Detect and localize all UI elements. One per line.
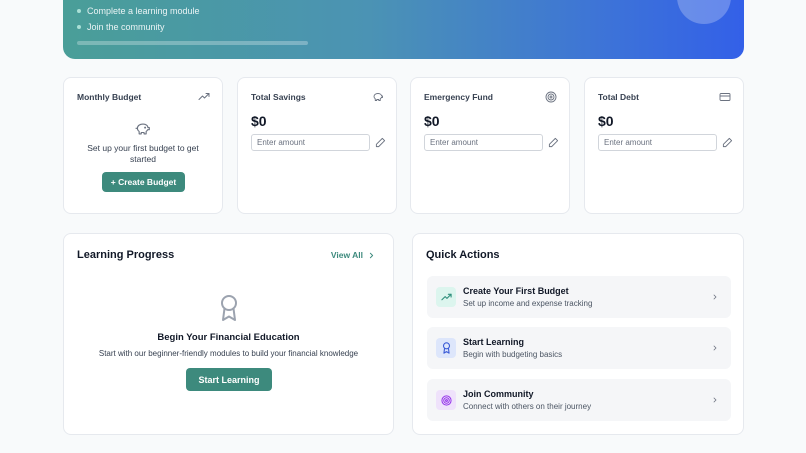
onboarding-progress-bar [77,41,308,45]
quick-action-icon-box [436,338,456,358]
quick-action-subtitle: Set up income and expense tracking [463,299,593,308]
hero-badge [677,0,731,24]
pencil-icon[interactable] [375,137,386,148]
quick-action-icon-box [436,287,456,307]
checklist-item: Join the community [77,22,165,32]
learning-empty-title: Begin Your Financial Education [157,332,300,343]
checklist-item-label: Join the community [87,22,165,32]
pencil-icon[interactable] [722,137,733,148]
debt-value: $0 [598,113,614,129]
credit-card-icon [719,93,731,101]
total-debt-card: Total Debt $0 [584,77,744,214]
chevron-right-icon [713,345,717,351]
savings-value: $0 [251,113,267,129]
chevron-right-icon [713,294,717,300]
target-icon [440,394,452,406]
quick-action-subtitle: Connect with others on their journey [463,402,592,411]
target-icon [545,91,557,103]
savings-amount-input[interactable] [251,134,370,151]
learning-progress-card: Learning Progress View All Begin Your Fi… [63,233,394,435]
pencil-icon[interactable] [548,137,559,148]
quick-action-subtitle: Begin with budgeting basics [463,350,563,359]
award-icon [221,295,237,321]
quick-action-start-learning[interactable]: Start Learning Begin with budgeting basi… [427,327,731,369]
quick-action-create-budget[interactable]: Create Your First Budget Set up income a… [427,276,731,318]
view-all-link[interactable]: View All [331,250,376,260]
total-savings-card: Total Savings $0 [237,77,397,214]
card-title: Total Debt [598,92,639,102]
bullet-dot [77,25,81,29]
quick-actions-card: Quick Actions Create Your First Budget S… [412,233,744,435]
award-icon [442,342,450,354]
emergency-fund-value: $0 [424,113,440,129]
quick-action-title: Create Your First Budget [463,286,569,296]
monthly-budget-card: Monthly Budget Set up your first budget … [63,77,223,214]
quick-action-join-community[interactable]: Join Community Connect with others on th… [427,379,731,421]
learning-empty-subtitle: Start with our beginner-friendly modules… [98,349,359,358]
card-title: Monthly Budget [77,92,142,102]
trending-up-icon [440,293,452,300]
create-budget-button[interactable]: + Create Budget [102,172,185,192]
checklist-item: Complete a learning module [77,6,200,16]
start-learning-button[interactable]: Start Learning [186,368,272,391]
card-title: Total Savings [251,92,306,102]
welcome-banner: Complete a learning module Join the comm… [63,0,744,59]
quick-action-icon-box [436,390,456,410]
emergency-fund-amount-input[interactable] [424,134,543,151]
debt-amount-input[interactable] [598,134,717,151]
piggy-bank-icon [373,93,383,101]
trending-up-icon [693,0,715,8]
quick-action-title: Start Learning [463,337,525,347]
section-title: Quick Actions [426,249,500,261]
checklist-item-label: Complete a learning module [87,6,200,16]
bullet-dot [77,9,81,13]
trending-up-icon [198,93,210,100]
view-all-label: View All [330,250,363,260]
chevron-right-icon [713,397,717,403]
emergency-fund-card: Emergency Fund $0 [410,77,570,214]
empty-budget-message: Set up your first budget to get started [87,143,199,164]
chevron-right-icon [369,252,374,258]
card-title: Emergency Fund [424,92,493,102]
quick-action-title: Join Community [463,389,534,399]
piggy-bank-icon [135,123,150,135]
section-title: Learning Progress [77,249,175,261]
